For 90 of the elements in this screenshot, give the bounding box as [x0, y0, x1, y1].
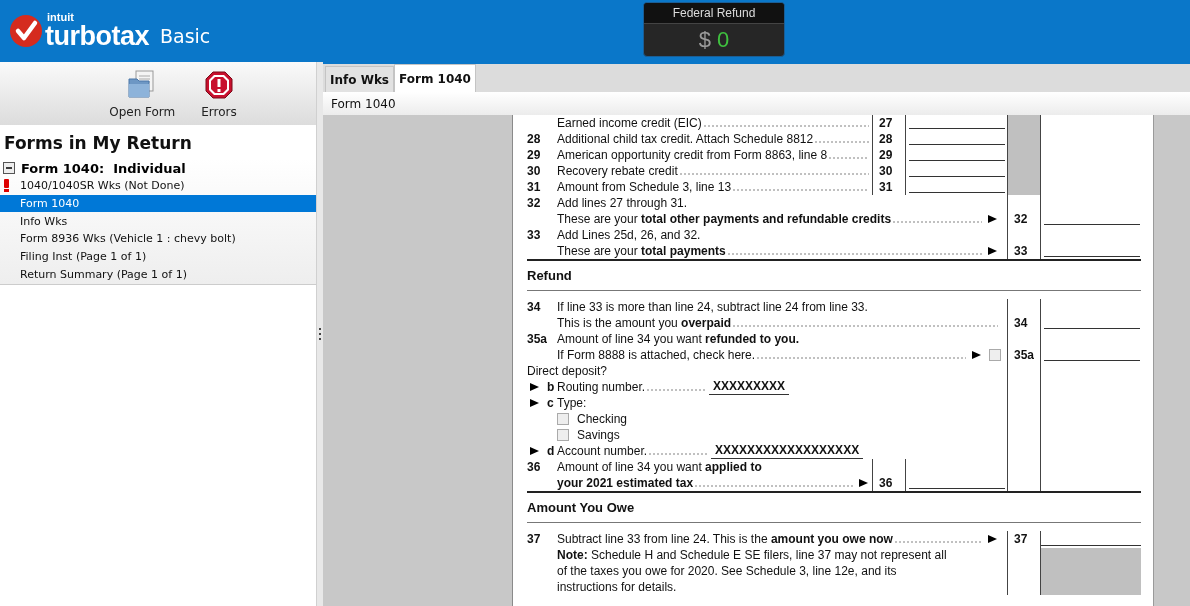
dot-leader: [828, 157, 869, 159]
line-number: 37: [1013, 531, 1028, 547]
line-letter: b: [547, 379, 555, 395]
tree-item[interactable]: Filing Inst (Page 1 of 1): [0, 247, 316, 266]
line-letter: d: [547, 443, 555, 459]
edition-label: Basic: [160, 25, 211, 47]
line-number: 37: [527, 531, 542, 547]
line-number: 27: [878, 115, 893, 131]
line-description: Earned income credit (EIC): [557, 115, 702, 131]
line-number: 34: [1013, 315, 1028, 331]
checkbox[interactable]: [989, 349, 1001, 361]
line-description: If Form 8888 is attached, check here.: [557, 347, 756, 363]
line-number: 31: [527, 179, 542, 195]
line-description: Additional child tax credit. Attach Schedule 8812: [557, 131, 814, 147]
line-number: 30: [527, 163, 542, 179]
line-number: 30: [878, 163, 893, 179]
sidebar-title: Forms in My Return: [4, 133, 193, 153]
tree-item[interactable]: Form 1040: [0, 194, 316, 213]
line-number: 32: [1013, 211, 1028, 227]
checkmark-logo-icon: [10, 15, 42, 47]
line-description: Subtract line 33 from line 24. This is the amount you owe now: [557, 531, 893, 547]
dot-leader: [646, 389, 707, 391]
field-label: Routing number.: [557, 379, 646, 395]
note-text: Note: Schedule H and Schedule E SE filers, line 37 may not represent all of the taxes you owe for 2020. See Schedule 3, line 12e, and its instructions for details.: [557, 547, 948, 595]
collapse-icon[interactable]: [3, 162, 15, 174]
pointer-icon: [988, 247, 997, 255]
line-number: 31: [878, 179, 893, 195]
line-description: Add Lines 25d, 26, and 32.: [557, 227, 701, 243]
checkbox[interactable]: [557, 413, 569, 425]
warning-icon: [4, 179, 9, 192]
line-letter: c: [547, 395, 554, 411]
form-tab[interactable]: Info Wks: [325, 66, 394, 92]
dot-leader: [814, 141, 869, 143]
line-description: American opportunity credit from Form 8863, line 8: [557, 147, 828, 163]
pointer-icon: [988, 535, 997, 543]
section-heading: Amount You Owe: [527, 493, 1141, 523]
line-number: 28: [878, 131, 893, 147]
pointer-icon: [530, 447, 539, 455]
line-number: 32: [527, 195, 542, 211]
tree-item[interactable]: Info Wks: [0, 212, 316, 231]
line-description: If line 33 is more than line 24, subtract line 24 from line 33.: [557, 299, 868, 315]
line-number: 35a: [1013, 347, 1035, 363]
currency-symbol: $: [698, 26, 711, 54]
errors-button[interactable]: Errors: [197, 62, 241, 125]
tree-item[interactable]: Return Summary (Page 1 of 1): [0, 265, 316, 284]
line-number: 29: [527, 147, 542, 163]
shaded-cell: [1007, 115, 1040, 131]
field-label: Type:: [557, 395, 587, 411]
splitter-grip-icon[interactable]: [318, 328, 322, 340]
tree-root-label: Form 1040: Individual: [21, 160, 186, 176]
line-description: Amount of line 34 you want refunded to you.: [557, 331, 800, 347]
checkbox-label: Savings: [577, 427, 620, 443]
line-description: your 2021 estimated tax: [557, 475, 694, 491]
account-field[interactable]: XXXXXXXXXXXXXXXXXX: [711, 443, 864, 459]
pointer-icon: [972, 351, 981, 359]
line-description: Amount from Schedule 3, line 13: [557, 179, 732, 195]
tree-item[interactable]: 1040/1040SR Wks (Not Done): [0, 177, 316, 195]
line-description: These are your total payments: [557, 243, 726, 259]
error-icon: [205, 71, 234, 99]
tree-root-item[interactable]: Form 1040: Individual: [0, 159, 316, 177]
line-description: This is the amount you overpaid: [557, 315, 732, 331]
pointer-icon: [859, 479, 868, 487]
line-number: 35a: [527, 331, 549, 347]
line-description: Recovery rebate credit: [557, 163, 678, 179]
dot-leader: [648, 453, 709, 455]
line-number: 33: [527, 227, 542, 243]
open-form-button[interactable]: Open Form: [105, 62, 180, 125]
line-number: 36: [527, 459, 542, 475]
line-description: These are your total other payments and refundable credits: [557, 211, 892, 227]
breadcrumb-label: Form 1040: [331, 96, 396, 111]
field-label: Account number.: [557, 443, 648, 459]
checkbox-label: Checking: [577, 411, 628, 427]
refund-amount: 0: [717, 26, 730, 54]
brand-small-text: intuit: [47, 12, 75, 23]
refund-label: Federal Refund: [644, 3, 784, 24]
section-label: Direct deposit?: [527, 363, 608, 379]
section-heading: Refund: [527, 261, 1141, 291]
checkbox[interactable]: [557, 429, 569, 441]
line-number: 28: [527, 131, 542, 147]
line-description: Add lines 27 through 31.: [557, 195, 688, 211]
line-number: 34: [527, 299, 542, 315]
pointer-icon: [988, 215, 997, 223]
line-number: 33: [1013, 243, 1028, 259]
account-field[interactable]: XXXXXXXXX: [709, 379, 790, 395]
form-tab[interactable]: Form 1040: [394, 64, 476, 92]
tree-item[interactable]: Form 8936 Wks (Vehicle 1 : chevy bolt): [0, 230, 316, 248]
brand-name: turbotax: [45, 23, 149, 50]
line-number: 36: [878, 475, 893, 491]
line-number: 29: [878, 147, 893, 163]
line-description: Amount of line 34 you want applied to: [557, 459, 762, 475]
